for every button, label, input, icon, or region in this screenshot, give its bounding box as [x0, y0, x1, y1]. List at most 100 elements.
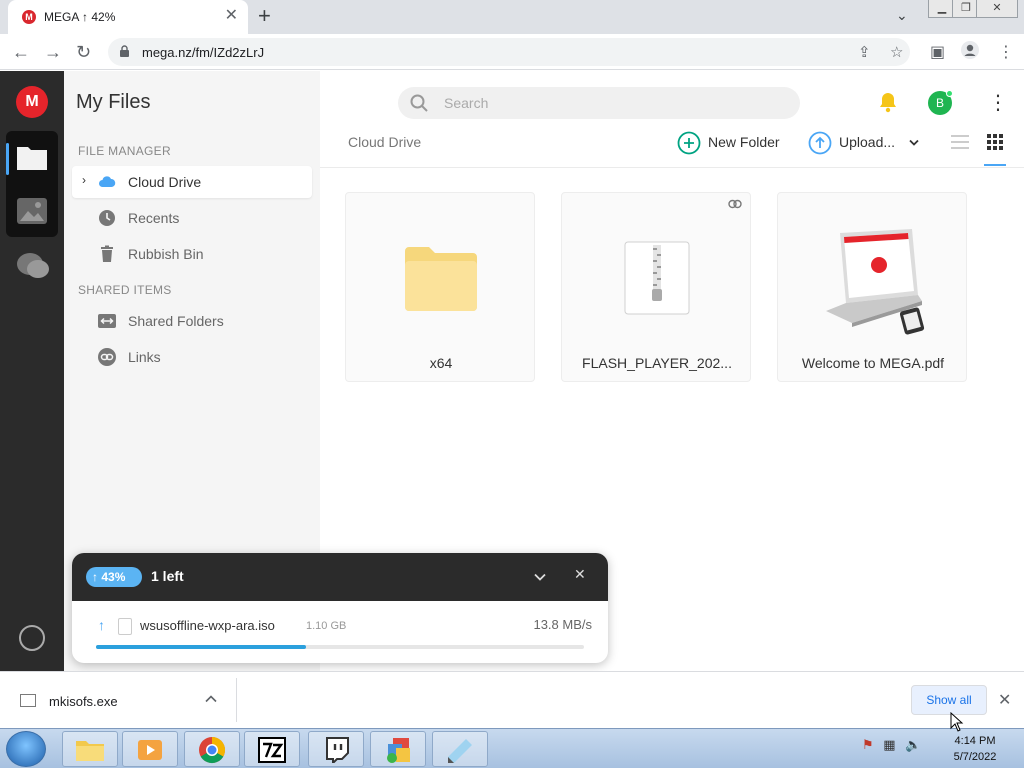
- system-tray: ⚑ ▦ 🔈: [862, 737, 921, 753]
- rail-group: [6, 131, 58, 237]
- download-shelf: mkisofs.exe Show all ✕: [0, 671, 1024, 728]
- progress-track: [96, 645, 584, 649]
- download-file-name: mkisofs.exe: [49, 694, 118, 709]
- new-tab-button[interactable]: +: [258, 4, 271, 28]
- rail-active-indicator: [6, 143, 9, 175]
- file-name: x64: [429, 355, 453, 371]
- new-folder-label: New Folder: [708, 134, 780, 150]
- network-icon[interactable]: ▦: [883, 737, 895, 752]
- file-card-zip[interactable]: FLASH_PLAYER_202...: [561, 192, 751, 382]
- taskbar-chrome-icon[interactable]: [184, 731, 240, 767]
- transfer-speed: 13.8 MB/s: [533, 617, 592, 632]
- browser-tab[interactable]: M MEGA ↑ 42% ✕: [8, 0, 248, 34]
- clock[interactable]: 4:14 PM 5/7/2022: [940, 733, 1010, 765]
- divider: [236, 678, 237, 722]
- show-all-button[interactable]: Show all: [911, 685, 987, 715]
- transfer-file-name: wsusoffline-wxp-ara.iso: [140, 618, 275, 633]
- volume-icon[interactable]: 🔈: [905, 737, 921, 752]
- clock-icon: [99, 210, 115, 226]
- back-button[interactable]: ←: [12, 40, 30, 64]
- section-label-file-manager: FILE MANAGER: [78, 144, 171, 158]
- file-name: Welcome to MEGA.pdf: [801, 355, 945, 371]
- window-close-button[interactable]: ✕: [976, 0, 1018, 18]
- tab-strip: M MEGA ↑ 42% ✕ + ⌄ ▁ ❐ ✕: [0, 0, 1024, 34]
- tab-close-icon[interactable]: ✕: [225, 8, 238, 24]
- app-rail: M: [0, 71, 64, 671]
- address-bar[interactable]: mega.nz/fm/IZd2zLrJ ⇪ ☆: [108, 38, 910, 66]
- zip-file-icon: [624, 241, 690, 315]
- sidebar-item-shared-folders[interactable]: Shared Folders: [72, 305, 312, 337]
- taskbar-installer-icon[interactable]: [370, 731, 426, 767]
- start-button[interactable]: [6, 731, 46, 767]
- network-error-icon[interactable]: ⚑: [862, 737, 874, 752]
- sidebar-item-rubbish-bin[interactable]: Rubbish Bin: [72, 238, 312, 270]
- taskbar-7zip-icon[interactable]: [244, 731, 300, 767]
- sidebar-item-links[interactable]: Links: [72, 341, 312, 373]
- upload-arrow-icon: ↑: [98, 617, 105, 633]
- transfer-percent: 43%: [101, 570, 126, 584]
- lock-icon: [120, 45, 129, 57]
- transfer-remaining: 1 left: [151, 568, 184, 584]
- page-title: My Files: [76, 91, 151, 113]
- reload-button[interactable]: ↻: [76, 40, 91, 64]
- sidebar-item-label: Shared Folders: [128, 313, 224, 329]
- section-label-shared-items: SHARED ITEMS: [78, 283, 172, 297]
- taskbar-explorer-icon[interactable]: [62, 731, 118, 767]
- divider: [320, 167, 1024, 168]
- clock-time: 4:14 PM: [954, 735, 996, 747]
- download-options-chevron-icon[interactable]: [205, 692, 217, 706]
- upload-dropdown-chevron-icon[interactable]: [909, 139, 919, 147]
- new-folder-button[interactable]: New Folder: [677, 131, 787, 155]
- shelf-close-icon[interactable]: ✕: [998, 690, 1011, 710]
- side-panel-icon[interactable]: ▣: [930, 42, 945, 62]
- sidebar-item-label: Cloud Drive: [128, 174, 202, 190]
- sidebar-item-cloud-drive[interactable]: › Cloud Drive: [72, 166, 312, 198]
- upload-circle-icon: [808, 131, 832, 155]
- taskbar-twitch-icon[interactable]: [308, 731, 364, 767]
- transfer-header: ↑ 43% 1 left ✕: [72, 553, 608, 601]
- exe-file-icon: [20, 694, 36, 707]
- transfer-file-size: 1.10 GB: [306, 620, 347, 632]
- forward-button[interactable]: →: [44, 40, 62, 64]
- notification-bell-icon[interactable]: [877, 91, 899, 113]
- search-input[interactable]: [444, 93, 784, 113]
- more-options-icon[interactable]: ⋮: [988, 93, 1008, 113]
- sidebar-item-recents[interactable]: Recents: [72, 202, 312, 234]
- sidebar-item-label: Links: [128, 349, 161, 365]
- collapse-chevron-icon[interactable]: [534, 568, 546, 584]
- bookmark-star-icon[interactable]: ☆: [890, 43, 903, 61]
- taskbar-notepad-icon[interactable]: [432, 731, 488, 767]
- laptop-thumbnail-icon: [826, 229, 925, 335]
- clock-date: 5/7/2022: [953, 751, 997, 763]
- cloud-drive-folder-icon[interactable]: [16, 143, 48, 171]
- breadcrumb[interactable]: Cloud Drive: [348, 134, 421, 150]
- file-card-folder[interactable]: x64: [345, 192, 535, 382]
- url-text: mega.nz/fm/IZd2zLrJ: [142, 45, 265, 60]
- file-icon: [118, 618, 132, 635]
- tab-title: MEGA ↑ 42%: [44, 10, 116, 24]
- search-icon: [410, 94, 428, 112]
- tab-search-chevron-icon[interactable]: ⌄: [896, 7, 908, 24]
- profile-icon[interactable]: [960, 40, 980, 65]
- shared-folder-icon: [98, 314, 116, 328]
- browser-menu-icon[interactable]: ⋮: [998, 42, 1014, 62]
- transfer-row: ↑ wsusoffline-wxp-ara.iso 1.10 GB 13.8 M…: [72, 601, 608, 663]
- sidebar-item-label: Recents: [128, 210, 180, 226]
- transfer-close-icon[interactable]: ✕: [574, 566, 586, 583]
- cloud-icon: [99, 176, 116, 187]
- chat-icon[interactable]: [16, 251, 50, 281]
- taskbar-media-player-icon[interactable]: [122, 731, 178, 767]
- plus-circle-icon: [677, 131, 701, 155]
- folder-icon: [405, 247, 477, 311]
- chevron-right-icon[interactable]: ›: [82, 173, 86, 187]
- sidebar-item-label: Rubbish Bin: [128, 246, 204, 262]
- link-icon: [728, 199, 742, 209]
- sync-status-icon[interactable]: [19, 625, 45, 651]
- list-view-icon[interactable]: [951, 134, 969, 150]
- photos-icon[interactable]: [16, 197, 48, 225]
- grid-view-icon[interactable]: [987, 134, 1003, 150]
- file-card-pdf[interactable]: Welcome to MEGA.pdf: [777, 192, 967, 382]
- share-icon[interactable]: ⇪: [858, 43, 871, 61]
- mega-favicon-icon: M: [22, 10, 36, 24]
- mega-logo-icon[interactable]: M: [16, 86, 48, 118]
